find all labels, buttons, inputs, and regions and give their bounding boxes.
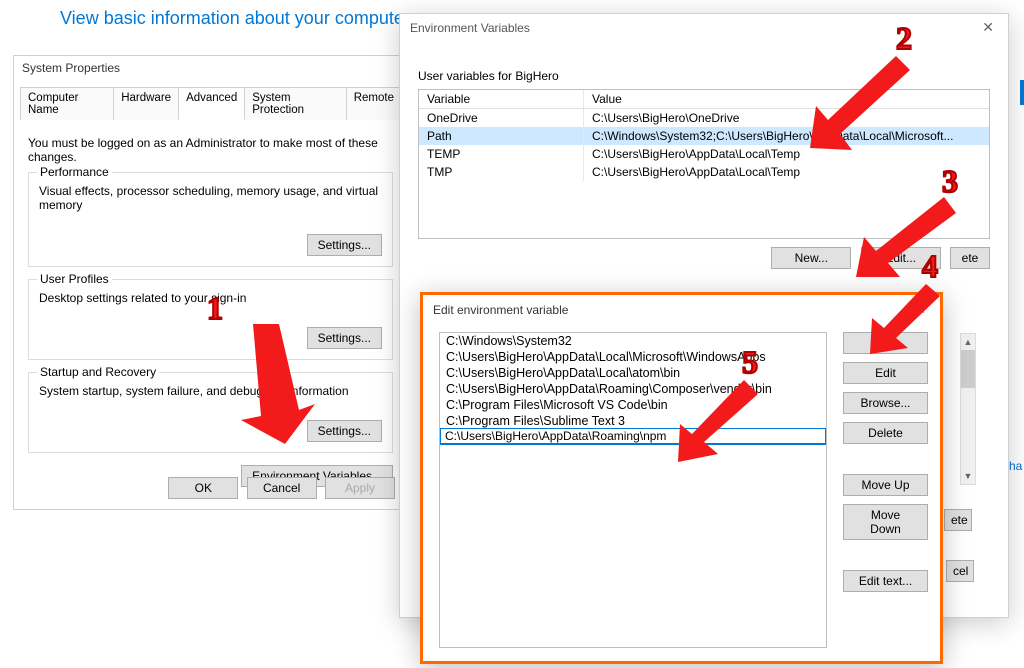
group-performance: Performance Visual effects, processor sc… [28,172,393,267]
performance-settings-button[interactable]: Settings... [307,234,382,256]
cancel-button[interactable]: Cancel [247,477,317,499]
header-link[interactable]: View basic information about your comput… [60,8,410,29]
env-row-value: C:\Users\BigHero\AppData\Local\Temp [584,145,989,163]
apply-button: Apply [325,477,395,499]
scrollbar[interactable]: ▲ ▼ [960,333,976,485]
sidebar-accent [1020,80,1024,105]
env-row-value: C:\Users\BigHero\AppData\Local\Temp [584,163,989,181]
path-new-button[interactable]: New [843,332,928,354]
tab-hardware[interactable]: Hardware [113,87,179,120]
path-edit-input[interactable] [440,428,826,444]
path-item[interactable]: C:\Program Files\Microsoft VS Code\bin [440,397,826,413]
group-profiles-legend: User Profiles [37,272,112,286]
group-startup-legend: Startup and Recovery [37,365,159,379]
admin-note: You must be logged on as an Administrato… [28,136,393,164]
editenv-buttons: New Edit Browse... Delete Move Up Move D… [843,332,928,648]
tab-computer-name[interactable]: Computer Name [20,87,114,120]
path-edit-button[interactable]: Edit [843,362,928,384]
env-row-tmp[interactable]: TMPC:\Users\BigHero\AppData\Local\Temp [419,163,989,181]
path-list[interactable]: C:\Windows\System32C:\Users\BigHero\AppD… [439,332,827,648]
delete-button-partial[interactable]: ete [944,509,972,531]
col-variable[interactable]: Variable [419,90,584,108]
env-row-path[interactable]: PathC:\Windows\System32;C:\Users\BigHero… [419,127,989,145]
path-item[interactable]: C:\Program Files\Sublime Text 3 [440,413,826,429]
env-row-variable: Path [419,127,584,145]
path-moveup-button[interactable]: Move Up [843,474,928,496]
path-edittext-button[interactable]: Edit text... [843,570,928,592]
close-icon[interactable]: ✕ [910,301,930,318]
sysprops-tabs: Computer Name Hardware Advanced System P… [20,86,401,120]
link-partial[interactable]: ha [1009,459,1022,473]
group-profiles: User Profiles Desktop settings related t… [28,279,393,360]
group-startup: Startup and Recovery System startup, sys… [28,372,393,453]
path-item[interactable] [440,429,826,445]
system-properties-dialog: System Properties Computer Name Hardware… [13,55,408,510]
env-row-variable: OneDrive [419,109,584,127]
list-header: Variable Value [419,90,989,109]
tab-advanced[interactable]: Advanced [178,87,245,120]
col-value[interactable]: Value [584,90,989,108]
env-row-value: C:\Users\BigHero\OneDrive [584,109,989,127]
user-variables-label: User variables for BigHero [418,69,990,83]
group-startup-text: System startup, system failure, and debu… [39,384,382,398]
env-row-variable: TMP [419,163,584,181]
path-movedown-button[interactable]: Move Down [843,504,928,540]
tab-remote[interactable]: Remote [346,87,402,120]
env-row-value: C:\Windows\System32;C:\Users\BigHero\App… [584,127,989,145]
ok-button[interactable]: OK [168,477,238,499]
env-row-onedrive[interactable]: OneDriveC:\Users\BigHero\OneDrive [419,109,989,127]
tab-system-protection[interactable]: System Protection [244,87,347,120]
profiles-settings-button[interactable]: Settings... [307,327,382,349]
edit-user-var-button[interactable]: Edit... [861,247,941,269]
sysprops-dialog-buttons: OK Cancel Apply [163,477,395,499]
delete-user-var-button[interactable]: ete [950,247,990,269]
close-icon[interactable]: ✕ [978,19,998,36]
startup-settings-button[interactable]: Settings... [307,420,382,442]
group-performance-text: Visual effects, processor scheduling, me… [39,184,382,212]
new-user-var-button[interactable]: New... [771,247,851,269]
user-variables-list[interactable]: Variable Value OneDriveC:\Users\BigHero\… [418,89,990,239]
path-item[interactable]: C:\Users\BigHero\AppData\Roaming\Compose… [440,381,826,397]
env-row-temp[interactable]: TEMPC:\Users\BigHero\AppData\Local\Temp [419,145,989,163]
editenv-title: Edit environment variable [433,303,568,317]
group-performance-legend: Performance [37,165,112,179]
path-delete-button[interactable]: Delete [843,422,928,444]
envvars-title: Environment Variables [410,21,530,35]
env-row-variable: TEMP [419,145,584,163]
path-item[interactable]: C:\Users\BigHero\AppData\Local\atom\bin [440,365,826,381]
path-item[interactable]: C:\Users\BigHero\AppData\Local\Microsoft… [440,349,826,365]
group-profiles-text: Desktop settings related to your sign-in [39,291,382,305]
tab-body-advanced: You must be logged on as an Administrato… [14,120,407,497]
path-browse-button[interactable]: Browse... [843,392,928,414]
cancel-button-partial[interactable]: cel [946,560,974,582]
path-item[interactable]: C:\Windows\System32 [440,333,826,349]
edit-env-variable-dialog: Edit environment variable ✕ C:\Windows\S… [420,292,943,664]
sysprops-title: System Properties [14,56,407,80]
